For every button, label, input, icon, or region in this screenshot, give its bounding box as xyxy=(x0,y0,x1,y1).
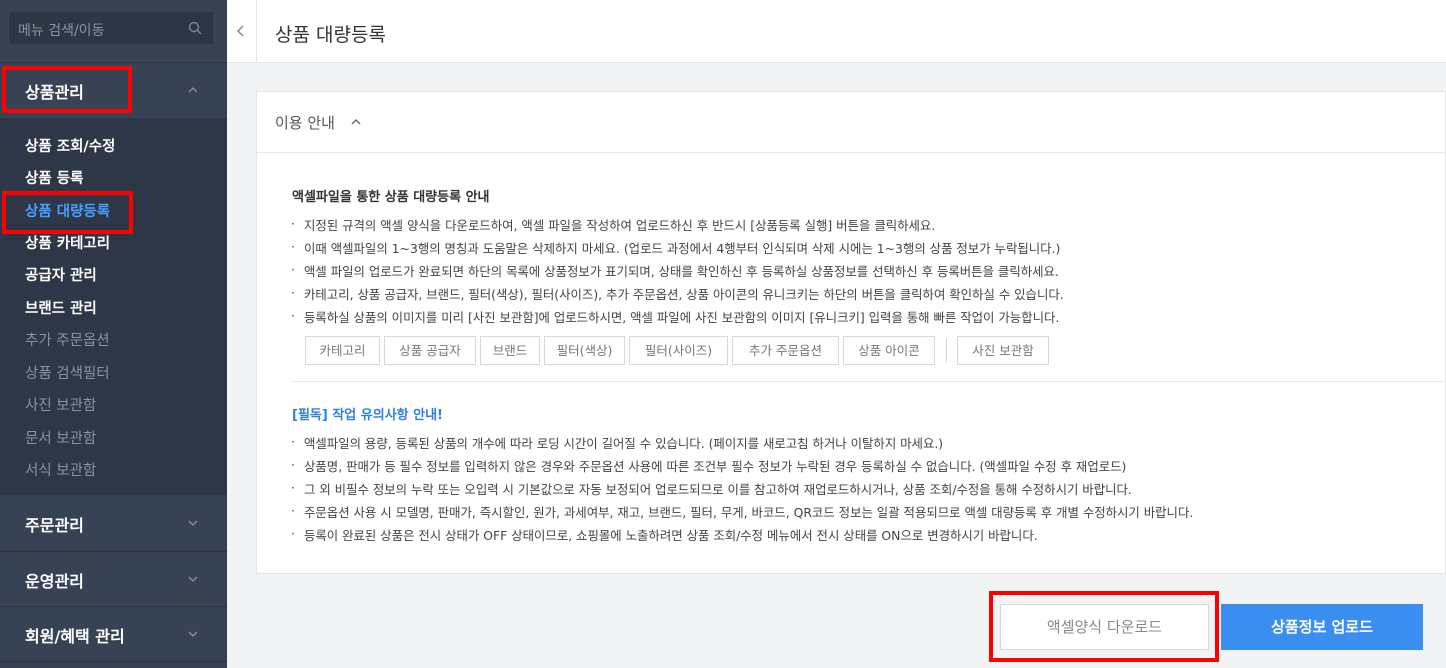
menu-search-input[interactable]: 메뉴 검색/이동 xyxy=(9,12,213,44)
guide-item: 지정된 규격의 액셀 양식을 다운로드하여, 액셀 파일을 작성하여 업로드하신… xyxy=(291,216,935,234)
search-icon[interactable] xyxy=(188,21,202,35)
sidebar: 메뉴 검색/이동 상품관리 상품 조회/수정 상품 등록 상품 대량등록 상품 … xyxy=(0,0,227,668)
menu-label: 운영관리 xyxy=(25,572,84,591)
sidebar-item-doc-storage[interactable]: 문서 보관함 xyxy=(25,427,96,448)
chevron-down-icon xyxy=(188,631,198,637)
chevron-up-icon xyxy=(351,119,361,125)
notice-item: 주문옵션 사용 시 모델명, 판매가, 즉시할인, 원가, 과세여부, 재고, … xyxy=(291,503,1193,521)
menu-label: 회원/혜택 관리 xyxy=(25,627,125,646)
menu-order-management[interactable]: 주문관리 xyxy=(0,495,227,551)
sidebar-item-brand[interactable]: 브랜드 관리 xyxy=(25,297,97,318)
sidebar-item-product-register[interactable]: 상품 등록 xyxy=(25,167,83,188)
notice-item: 액셀파일의 용량, 등록된 상품의 개수에 따라 로딩 시간이 길어질 수 있습… xyxy=(291,434,943,452)
usage-guide-title: 이용 안내 xyxy=(275,114,335,132)
guide-item: 카테고리, 상품 공급자, 브랜드, 필터(색상), 필터(사이즈), 추가 주… xyxy=(291,285,1064,303)
extra-option-key-button[interactable]: 추가 주문옵션 xyxy=(732,336,839,365)
chevron-down-icon xyxy=(188,520,198,526)
collapse-sidebar-button[interactable] xyxy=(227,0,257,63)
supplier-key-button[interactable]: 상품 공급자 xyxy=(384,336,476,365)
photo-storage-button[interactable]: 사진 보관함 xyxy=(957,336,1049,365)
menu-label: 주문관리 xyxy=(25,516,84,535)
submenu-product: 상품 조회/수정 상품 등록 상품 대량등록 상품 카테고리 공급자 관리 브랜… xyxy=(0,118,227,495)
divider xyxy=(0,661,227,662)
chevron-up-icon xyxy=(188,87,198,93)
notice-item: 그 외 비필수 정보의 누락 또는 오입력 시 기본값으로 자동 보정되어 업로… xyxy=(291,480,1132,498)
usage-guide-panel: 이용 안내 액셀파일을 통한 상품 대량등록 안내 지정된 규격의 액셀 양식을… xyxy=(256,91,1446,574)
menu-operation-management[interactable]: 운영관리 xyxy=(0,551,227,607)
sidebar-item-photo-storage[interactable]: 사진 보관함 xyxy=(25,394,96,415)
brand-key-button[interactable]: 브랜드 xyxy=(480,336,540,365)
product-upload-button[interactable]: 상품정보 업로드 xyxy=(1221,604,1423,650)
sidebar-item-form-storage[interactable]: 서식 보관함 xyxy=(25,459,96,480)
menu-member-management[interactable]: 회원/혜택 관리 xyxy=(0,606,227,662)
sidebar-item-supplier[interactable]: 공급자 관리 xyxy=(25,264,97,285)
sidebar-item-product-edit[interactable]: 상품 조회/수정 xyxy=(25,135,115,156)
guide-item: 이때 액셀파일의 1~3행의 명칭과 도움말은 삭제하지 마세요. (업로드 과… xyxy=(291,239,1060,257)
menu-product-management[interactable]: 상품관리 xyxy=(0,62,227,118)
excel-template-download-button[interactable]: 액셀양식 다운로드 xyxy=(1000,604,1209,650)
menu-label: 상품관리 xyxy=(25,83,84,102)
sidebar-item-category[interactable]: 상품 카테고리 xyxy=(25,232,110,253)
sidebar-item-bulk-register[interactable]: 상품 대량등록 xyxy=(25,200,110,221)
usage-guide-toggle[interactable]: 이용 안내 xyxy=(257,92,1445,153)
chevron-left-icon xyxy=(236,25,244,37)
category-key-button[interactable]: 카테고리 xyxy=(305,336,380,365)
page-header: 상품 대량등록 xyxy=(227,0,1446,63)
divider xyxy=(946,338,947,363)
notice-item: 등록이 완료된 상품은 전시 상태가 OFF 상태이므로, 쇼핑몰에 노출하려면… xyxy=(291,526,1038,544)
guide-item: 등록하실 상품의 이미지를 미리 [사진 보관함]에 업로드하시면, 액셀 파일… xyxy=(291,308,1059,326)
chevron-down-icon xyxy=(188,576,198,582)
page-title: 상품 대량등록 xyxy=(275,24,386,46)
sidebar-item-search-filter[interactable]: 상품 검색필터 xyxy=(25,362,110,383)
color-filter-key-button[interactable]: 필터(색상) xyxy=(544,336,625,365)
notice-title: [필독] 작업 유의사항 안내! xyxy=(292,408,443,423)
guide-item: 액셀 파일의 업로드가 완료되면 하단의 목록에 상품정보가 표기되며, 상태를… xyxy=(291,262,1059,280)
notice-item: 상품명, 판매가 등 필수 정보를 입력하지 않은 경우와 주문옵션 사용에 따… xyxy=(291,457,1126,475)
section-title: 액셀파일을 통한 상품 대량등록 안내 xyxy=(292,190,490,205)
sidebar-item-extra-options[interactable]: 추가 주문옵션 xyxy=(25,329,110,350)
menu-search-placeholder: 메뉴 검색/이동 xyxy=(18,23,105,39)
product-icon-key-button[interactable]: 상품 아이콘 xyxy=(843,336,935,365)
divider xyxy=(292,381,1446,382)
size-filter-key-button[interactable]: 필터(사이즈) xyxy=(629,336,728,365)
